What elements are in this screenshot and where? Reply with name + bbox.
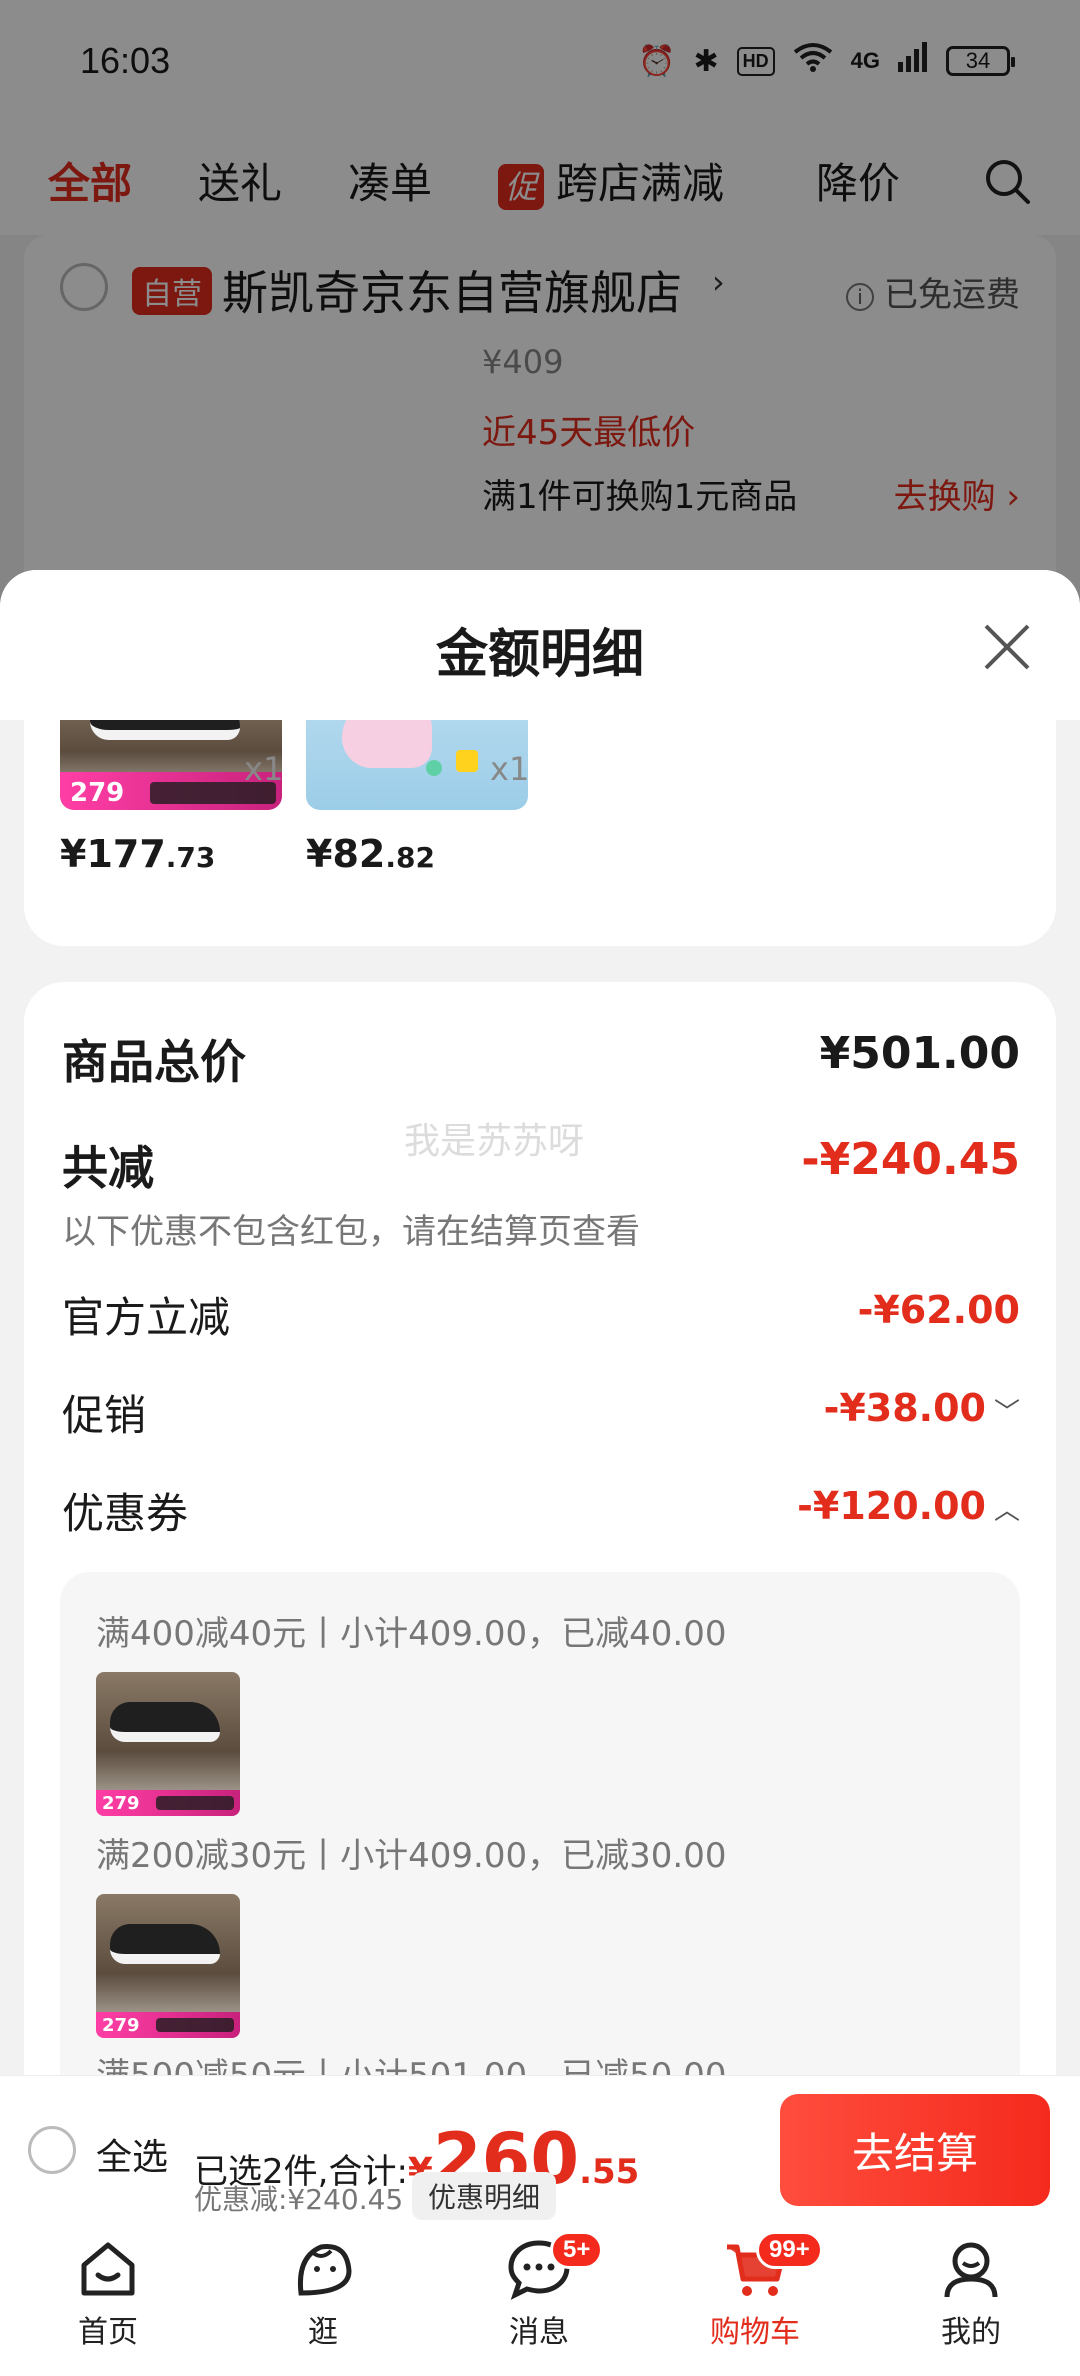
product-price: ¥82.82 <box>306 832 528 876</box>
watermark: 我是苏苏呀 <box>404 1121 585 1162</box>
thumb-promo-price: 279 <box>70 778 125 808</box>
profile-icon <box>944 2242 998 2298</box>
price-dec: .82 <box>385 841 435 874</box>
total-value: ¥501.00 <box>819 1028 1020 1079</box>
price-int: ¥177 <box>60 832 166 876</box>
bottom-nav: 首页 逛 消息 5+ 购物车 99+ 我的 <box>0 2225 1080 2376</box>
nav-messages[interactable]: 消息 5+ <box>464 2231 614 2351</box>
nav-cart[interactable]: 购物车 99+ <box>680 2231 830 2351</box>
reduce-note: 以下优惠不包含红包，请在结算页查看 <box>62 1212 640 1252</box>
discount-note: 优惠减:¥240.45 <box>194 2183 404 2216</box>
official-discount-value: -¥62.00 <box>857 1288 1020 1332</box>
product-qty: x1 <box>244 750 284 788</box>
nav-home[interactable]: 首页 <box>33 2237 183 2351</box>
product-price: ¥177.73 <box>60 832 282 876</box>
message-badge: 5+ <box>550 2231 604 2269</box>
official-discount-label: 官方立减 <box>62 1293 231 1342</box>
reduce-value: -¥240.45 <box>801 1134 1020 1185</box>
reduce-label: 共减 <box>62 1141 154 1195</box>
sheet-title: 金额明细 <box>435 625 644 685</box>
home-icon <box>81 2242 135 2296</box>
select-all-radio[interactable] <box>28 2126 76 2174</box>
nav-cart-label: 购物车 <box>710 2315 800 2350</box>
total-label: 商品总价 <box>62 1035 246 1089</box>
select-all-label[interactable]: 全选 <box>96 2128 168 2180</box>
discount-detail-button[interactable]: 优惠明细 <box>412 2172 557 2220</box>
chevron-down-icon: ﹀ <box>993 1398 1020 1428</box>
explore-icon <box>297 2244 352 2296</box>
coupon-product-image: 279 <box>96 1894 240 2038</box>
checkout-bar: 全选 已选2件,合计:¥260.55 优惠减:¥240.45 优惠明细 去结算 <box>0 2075 1080 2225</box>
coupon-row-value[interactable]: -¥120.00 ︿ <box>797 1484 1020 1528</box>
coupon-label[interactable]: 优惠券 <box>62 1480 188 1541</box>
nav-explore-label: 逛 <box>308 2315 338 2350</box>
price-dec: .73 <box>165 841 216 874</box>
close-icon[interactable] <box>982 622 1032 676</box>
checkout-button[interactable]: 去结算 <box>780 2094 1050 2206</box>
product-qty: x1 <box>490 750 530 788</box>
cart-badge: 99+ <box>756 2231 823 2269</box>
nav-profile[interactable]: 我的 <box>896 2237 1046 2351</box>
nav-home-label: 首页 <box>78 2315 138 2350</box>
coupon-rule: 满200减30元丨小计409.00，已减30.00 <box>96 1836 727 1876</box>
price-int: ¥82 <box>306 832 386 876</box>
thumb-promo-price: 279 <box>102 1793 140 1814</box>
thumb-promo-price: 279 <box>102 2015 140 2036</box>
promotion-label[interactable]: 促销 <box>62 1382 146 1443</box>
nav-explore[interactable]: 逛 <box>248 2237 398 2351</box>
sheet-header: 金额明细 <box>0 570 1080 720</box>
coupon-value: -¥120.00 <box>797 1484 986 1528</box>
total-dec: .55 <box>579 2152 640 2192</box>
nav-messages-label: 消息 <box>509 2315 569 2350</box>
nav-profile-label: 我的 <box>941 2315 1001 2350</box>
chevron-up-icon: ︿ <box>993 1496 1020 1526</box>
coupon-rule: 满400减40元丨小计409.00，已减40.00 <box>96 1614 727 1654</box>
promotion-row-value[interactable]: -¥38.00 ﹀ <box>824 1386 1020 1430</box>
coupon-product-image: 279 <box>96 1672 240 1816</box>
promotion-value: -¥38.00 <box>823 1386 986 1430</box>
